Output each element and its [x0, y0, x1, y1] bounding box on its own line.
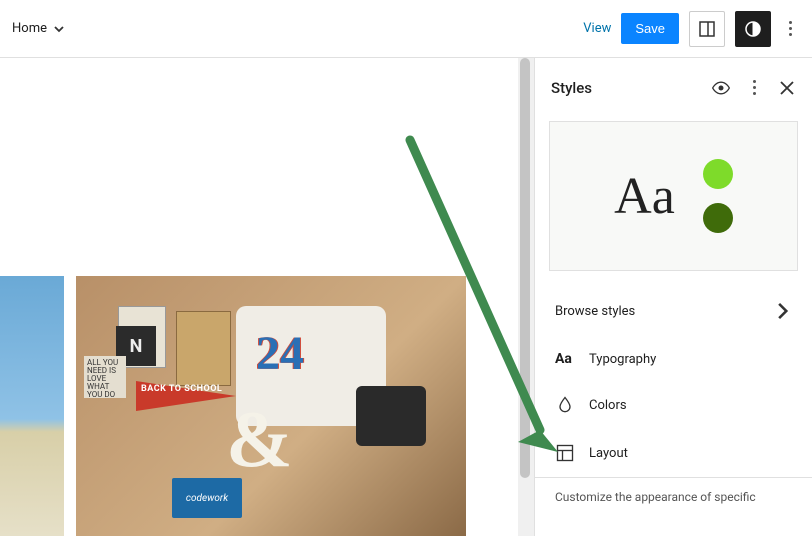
- sidebar-more-button[interactable]: [745, 72, 764, 103]
- layout-item[interactable]: Layout: [535, 429, 812, 477]
- contrast-icon: [744, 20, 762, 38]
- typography-icon: Aa: [555, 351, 575, 367]
- customize-hint: Customize the appearance of specific: [535, 477, 812, 504]
- swatch-light: [703, 159, 733, 189]
- editor-canvas[interactable]: N ALL YOU NEED IS LOVE WHAT YOU DO 24 BA…: [0, 58, 518, 536]
- love-card-prop: ALL YOU NEED IS LOVE WHAT YOU DO: [84, 356, 126, 398]
- ampersand-prop: &: [226, 395, 293, 486]
- page-selector-label: Home: [12, 21, 47, 36]
- notebook-prop: [176, 311, 231, 386]
- canvas-scrollbar[interactable]: [518, 58, 534, 536]
- layout-label: Layout: [589, 446, 628, 461]
- camera-prop: [356, 386, 426, 446]
- view-link[interactable]: View: [583, 21, 611, 36]
- gallery-image-2[interactable]: N ALL YOU NEED IS LOVE WHAT YOU DO 24 BA…: [76, 276, 466, 536]
- browse-styles-label: Browse styles: [555, 304, 635, 319]
- sidebar-header-actions: [711, 72, 796, 103]
- pennant-text: BACK TO SCHOOL: [141, 384, 222, 394]
- more-menu-button[interactable]: [781, 13, 800, 44]
- panel-icon: [698, 20, 716, 38]
- gallery-image-1[interactable]: [0, 276, 64, 536]
- top-actions: View Save: [583, 11, 800, 47]
- sidebar-toggle-button[interactable]: [689, 11, 725, 47]
- style-preview-card[interactable]: Aa: [549, 121, 798, 271]
- colors-label: Colors: [589, 398, 627, 413]
- preview-type-sample: Aa: [614, 167, 675, 226]
- page-selector[interactable]: Home: [12, 21, 65, 36]
- coderbox-prop: codework: [172, 478, 242, 518]
- sidebar-title: Styles: [551, 79, 592, 97]
- drop-icon: [555, 395, 575, 415]
- top-toolbar: Home View Save: [0, 0, 812, 58]
- styles-sidebar: Styles Aa Browse styles Aa Typography C: [534, 58, 812, 536]
- typography-label: Typography: [589, 352, 656, 367]
- preview-color-dots: [703, 159, 733, 233]
- typography-item[interactable]: Aa Typography: [535, 337, 812, 381]
- save-button[interactable]: Save: [621, 13, 679, 44]
- chevron-right-icon: [772, 301, 792, 321]
- eye-icon[interactable]: [711, 78, 731, 98]
- colors-item[interactable]: Colors: [535, 381, 812, 429]
- styles-toggle-button[interactable]: [735, 11, 771, 47]
- close-icon[interactable]: [778, 79, 796, 97]
- browse-styles-item[interactable]: Browse styles: [535, 285, 812, 337]
- shirt-number: 24: [256, 326, 304, 381]
- layout-icon: [555, 443, 575, 463]
- sidebar-header: Styles: [535, 58, 812, 117]
- main-area: N ALL YOU NEED IS LOVE WHAT YOU DO 24 BA…: [0, 58, 812, 536]
- swatch-dark: [703, 203, 733, 233]
- image-gallery: N ALL YOU NEED IS LOVE WHAT YOU DO 24 BA…: [0, 276, 518, 536]
- chevron-down-icon: [53, 23, 65, 35]
- scrollbar-thumb[interactable]: [520, 58, 530, 478]
